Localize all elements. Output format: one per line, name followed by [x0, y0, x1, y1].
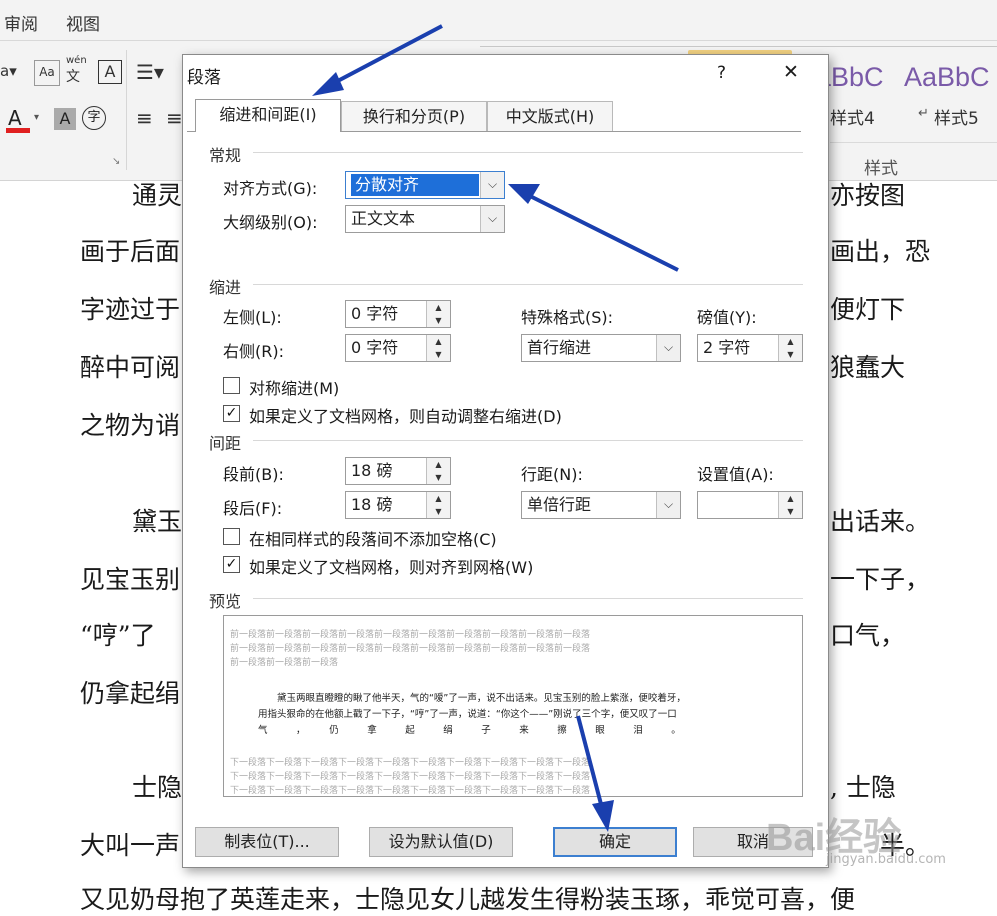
arrow-to-alignment: [508, 184, 679, 272]
annotation-arrows: [312, 24, 679, 832]
arrow-to-ok: [576, 715, 614, 832]
arrow-to-tab: [312, 24, 443, 96]
baidu-watermark-url: jingyan.baidu.com: [826, 852, 946, 867]
